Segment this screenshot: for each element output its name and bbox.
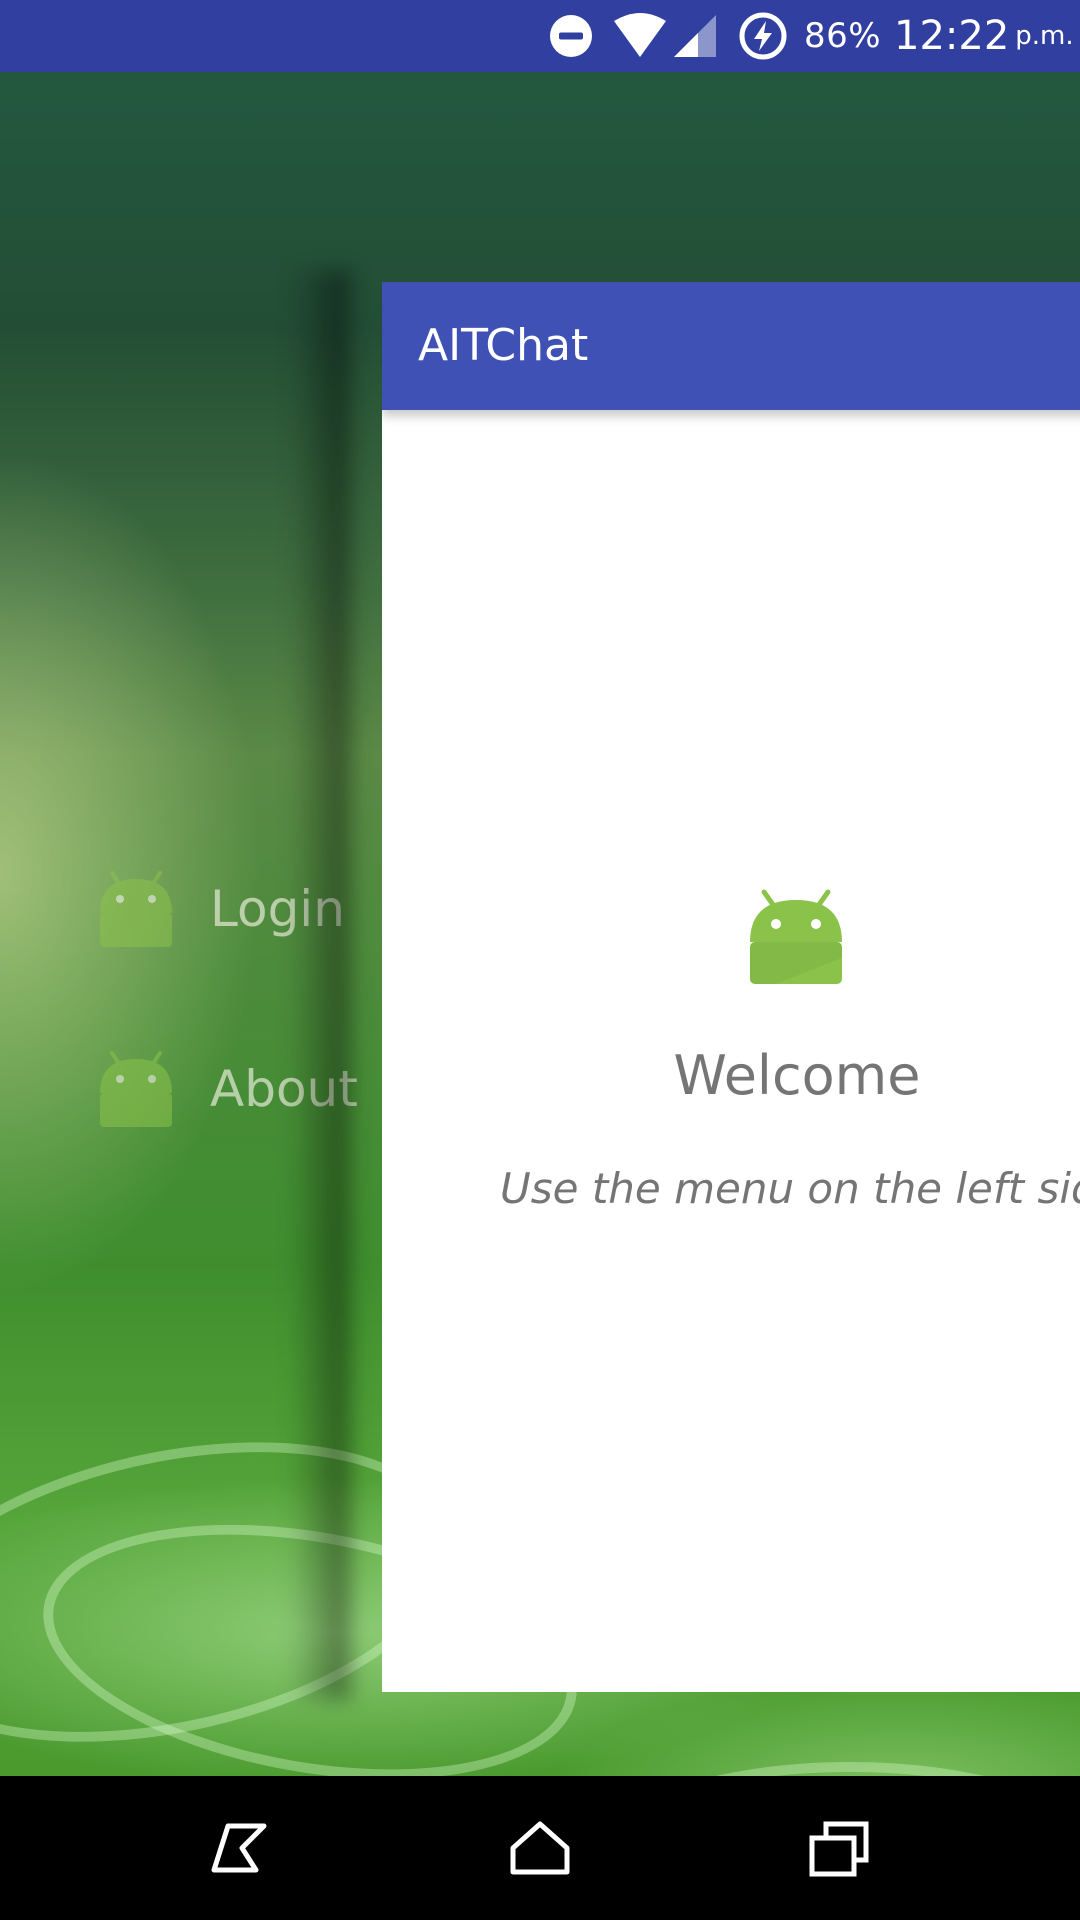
recents-icon: [809, 1821, 869, 1877]
main-content-panel[interactable]: AITChat Welcome Use the menu on the left…: [382, 282, 1080, 1692]
android-icon: [100, 871, 172, 947]
app-title: AITChat: [418, 320, 589, 371]
back-icon: [211, 1823, 267, 1873]
android-icon: [100, 1051, 172, 1127]
home-button[interactable]: [460, 1776, 620, 1920]
clock-time: 12:22: [894, 13, 1010, 59]
navigation-bar: [0, 1776, 1080, 1920]
battery-charging-icon: [738, 0, 788, 72]
clock: 12:22 p.m.: [894, 0, 1074, 72]
do-not-disturb-icon: [548, 0, 594, 72]
welcome-subtitle: Use the menu on the left side.: [500, 1164, 1080, 1213]
wifi-icon: [612, 0, 668, 72]
welcome-title: Welcome: [673, 1044, 921, 1107]
status-bar: 86% 12:22 p.m.: [0, 0, 1080, 72]
home-icon: [510, 1821, 570, 1875]
screen: 86% 12:22 p.m. Login About AITChat Welco…: [0, 0, 1080, 1920]
clock-ampm: p.m.: [1015, 21, 1074, 51]
battery-percent: 86%: [804, 16, 882, 56]
app-bar: AITChat: [382, 282, 1080, 410]
back-button[interactable]: [160, 1776, 320, 1920]
recents-button[interactable]: [760, 1776, 920, 1920]
android-icon: [750, 889, 842, 984]
panel-shadow: [290, 270, 350, 1700]
signal-icon: [672, 0, 718, 72]
